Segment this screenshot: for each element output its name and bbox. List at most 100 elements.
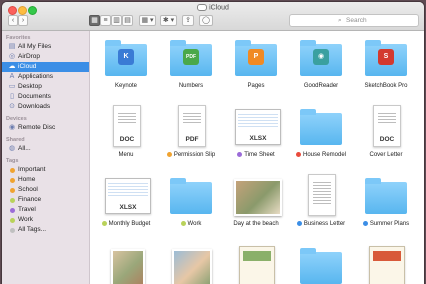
sidebar-item-applications[interactable]: A Applications xyxy=(2,72,89,82)
file-name: Monthly Budget xyxy=(93,221,159,227)
tag-color-dot xyxy=(10,168,15,173)
file-name: Summer Plans xyxy=(353,221,419,227)
file-type-label: PDF xyxy=(185,136,199,143)
network-icon: ◍ xyxy=(8,145,16,152)
column-view-button[interactable]: ▥ xyxy=(111,15,122,26)
sidebar-item-icloud[interactable]: ☁ iCloud xyxy=(2,62,89,72)
tag-color-dot xyxy=(10,198,15,203)
sidebar-item-label: AirDrop xyxy=(18,53,41,60)
tag-color-dot xyxy=(10,208,15,213)
file-name-text: Monthly Budget xyxy=(108,221,151,228)
file-name-text: Business Letter xyxy=(303,221,346,228)
sidebar-tag-school[interactable]: School xyxy=(2,185,89,195)
back-button[interactable]: ‹ xyxy=(8,15,18,26)
file-name-text: Work xyxy=(187,221,202,228)
folder-icon: S xyxy=(365,40,407,76)
file-name: House Remodel xyxy=(288,152,354,158)
all-files-icon: ▤ xyxy=(8,43,16,50)
search-field[interactable]: ⌕ Search xyxy=(289,14,419,27)
photo-thumbnail xyxy=(172,249,212,284)
devices-heading: Devices xyxy=(6,116,27,122)
file-name: Menu xyxy=(118,152,134,158)
sidebar-tag-home[interactable]: Home xyxy=(2,175,89,185)
file-name: Work xyxy=(158,221,224,227)
sketchbook-app-icon: S xyxy=(378,49,394,65)
tags-button[interactable]: ◯ xyxy=(199,15,213,26)
folder-icon xyxy=(170,178,212,214)
coverflow-view-button[interactable]: ▤ xyxy=(122,15,133,26)
tag-color-dot xyxy=(237,152,243,157)
sidebar-item-label: iCloud xyxy=(18,63,37,70)
file-name: Business Letter xyxy=(288,221,354,227)
sidebar-item-label: Travel xyxy=(18,206,36,213)
window-title: iCloud xyxy=(2,4,424,11)
sidebar-tag-important[interactable]: Important xyxy=(2,165,89,175)
sidebar-item-downloads[interactable]: ⊙ Downloads xyxy=(2,102,89,112)
file-name: Day at the beach xyxy=(233,221,279,227)
numbers-app-icon: PDF xyxy=(183,49,199,65)
sidebar-item-label: All Tags... xyxy=(18,226,47,233)
sidebar-item-label: Work xyxy=(18,216,34,223)
sidebar-item-label: Important xyxy=(18,166,46,173)
spreadsheet-icon: XLSX xyxy=(105,178,151,214)
sidebar-item-label: Home xyxy=(18,176,36,183)
sidebar-item-label: All... xyxy=(18,145,31,152)
sidebar: Favorites ▤ All My Files ◎ AirDrop ☁ iCloud… xyxy=(2,31,90,284)
tag-color-dot xyxy=(10,228,15,233)
sidebar-tag-finance[interactable]: Finance xyxy=(2,195,89,205)
downloads-icon: ⊙ xyxy=(9,103,15,110)
cloud-icon xyxy=(197,4,208,11)
sidebar-item-label: Applications xyxy=(18,73,54,80)
tag-color-dot xyxy=(10,218,15,223)
tag-color-dot xyxy=(101,221,107,226)
file-name-text: House Remodel xyxy=(302,152,347,159)
action-button[interactable]: ✱ ▾ xyxy=(160,15,177,26)
file-grid: K Keynote PDF Numbers P Pages ◉ GoodRead… xyxy=(90,31,424,284)
arrange-button[interactable]: ▦ ▾ xyxy=(139,15,156,26)
shared-heading: Shared xyxy=(6,137,25,143)
sidebar-item-label: Finance xyxy=(18,196,42,203)
sidebar-item-label: School xyxy=(18,186,38,193)
sidebar-item-airdrop[interactable]: ◎ AirDrop xyxy=(2,52,89,62)
photo-thumbnail xyxy=(111,249,145,284)
document-icon xyxy=(308,174,336,216)
list-view-button[interactable]: ≡ xyxy=(100,15,111,26)
sidebar-tag-all-tags[interactable]: All Tags... xyxy=(2,225,89,235)
sidebar-item-all-my-files[interactable]: ▤ All My Files xyxy=(2,42,89,52)
pdf-document-icon: PDF xyxy=(178,105,206,147)
share-button[interactable]: ⇪ xyxy=(182,15,194,26)
window-title-text: iCloud xyxy=(209,4,229,12)
sidebar-tag-travel[interactable]: Travel xyxy=(2,205,89,215)
search-placeholder: Search xyxy=(346,17,367,24)
folder-icon: PDF xyxy=(170,40,212,76)
toolbar: iCloud ‹ › ▦ ≡ ▥ ▤ ▦ ▾ ✱ ▾ ⇪ ◯ ⌕ Search xyxy=(2,2,424,31)
tag-color-dot xyxy=(180,221,186,226)
folder-icon: ◉ xyxy=(300,40,342,76)
sidebar-item-shared-all[interactable]: ◍ All... xyxy=(2,144,89,154)
folder-icon xyxy=(300,248,342,284)
search-icon: ⌕ xyxy=(338,17,342,24)
favorites-heading: Favorites xyxy=(6,35,31,41)
tag-color-dot xyxy=(362,221,368,226)
finder-window: iCloud ‹ › ▦ ≡ ▥ ▤ ▦ ▾ ✱ ▾ ⇪ ◯ ⌕ Search … xyxy=(2,2,424,284)
document-icon: DOC xyxy=(113,105,141,147)
file-type-label: XLSX xyxy=(249,135,267,142)
document-icon xyxy=(369,246,405,284)
sidebar-item-remote-disc[interactable]: ◉ Remote Disc xyxy=(2,123,89,133)
sidebar-tag-work[interactable]: Work xyxy=(2,215,89,225)
file-type-label: XLSX xyxy=(119,204,137,211)
file-name: Permission Slip xyxy=(158,152,224,158)
file-name: GoodReader xyxy=(303,83,339,89)
file-name-text: Summer Plans xyxy=(369,221,410,228)
tag-color-dot xyxy=(166,152,172,157)
photo-thumbnail xyxy=(234,179,282,216)
icon-view-button[interactable]: ▦ xyxy=(89,15,100,26)
sidebar-item-desktop[interactable]: ▭ Desktop xyxy=(2,82,89,92)
sidebar-item-label: Desktop xyxy=(18,83,42,90)
documents-icon: ▯ xyxy=(10,93,14,100)
file-name: SketchBook Pro xyxy=(364,83,408,89)
pages-app-icon: P xyxy=(248,49,264,65)
sidebar-item-documents[interactable]: ▯ Documents xyxy=(2,92,89,102)
file-name-text: Time Sheet xyxy=(244,152,275,159)
forward-button[interactable]: › xyxy=(18,15,28,26)
